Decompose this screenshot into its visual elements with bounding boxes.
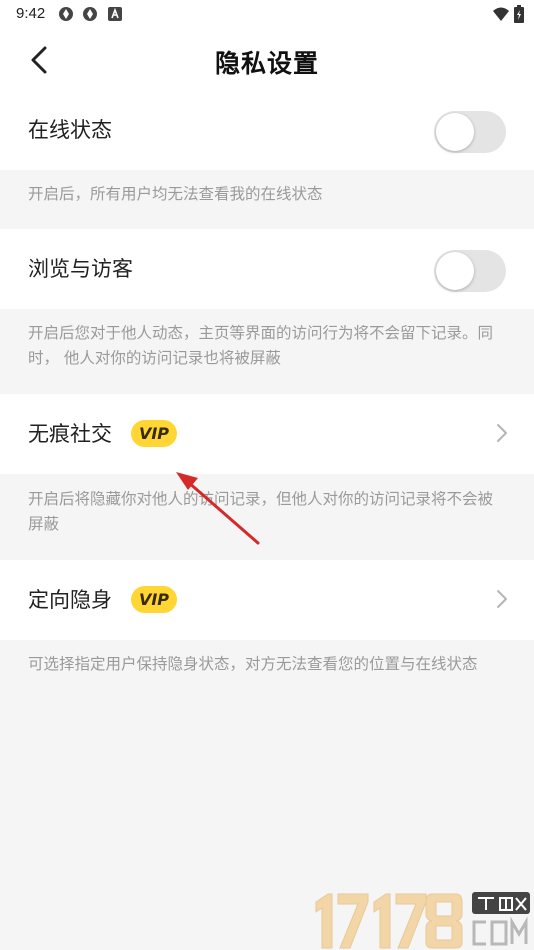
setting-label: 无痕社交 (28, 422, 112, 446)
setting-description: 可选择指定用户保持隐身状态，对方无法查看您的位置与在线状态 (28, 655, 478, 673)
app-notification-icon (59, 7, 73, 21)
status-bar: 9:42 (0, 0, 534, 28)
toggle-knob (436, 113, 474, 151)
setting-label: 在线状态 (28, 118, 112, 142)
nav-bar: 隐私设置 (0, 28, 534, 91)
setting-description: 开启后您对于他人动态，主页等界面的访问行为将不会留下记录。同时， 他人对你的访问… (28, 324, 494, 367)
app-notification-icon (83, 7, 97, 21)
setting-row-online-status[interactable]: 在线状态 (0, 90, 534, 170)
setting-row-browse-visitors[interactable]: 浏览与访客 (0, 229, 534, 309)
page-title: 隐私设置 (214, 49, 319, 78)
online-status-toggle[interactable] (434, 111, 506, 153)
toggle-knob (436, 252, 474, 290)
setting-label: 定向隐身 (28, 588, 112, 612)
vip-badge: VIP (131, 586, 177, 613)
watermark-logo (315, 892, 530, 949)
chevron-right-icon (497, 424, 507, 442)
a-notification-icon (108, 7, 122, 21)
setting-row-directed-invisible[interactable]: 定向隐身 VIP (0, 560, 534, 640)
setting-label: 浏览与访客 (28, 257, 133, 281)
status-time: 9:42 (16, 5, 46, 22)
battery-icon (514, 5, 524, 23)
setting-description: 开启后将隐藏你对他人的访问记录，但他人对你的访问记录将不会被屏蔽 (28, 490, 494, 533)
wifi-icon (493, 7, 509, 21)
chevron-right-icon (497, 590, 507, 608)
setting-row-traceless-social[interactable]: 无痕社交 VIP (0, 394, 534, 474)
setting-description: 开启后，所有用户均无法查看我的在线状态 (28, 185, 323, 203)
browse-visitors-toggle[interactable] (434, 250, 506, 292)
vip-badge: VIP (131, 420, 177, 447)
